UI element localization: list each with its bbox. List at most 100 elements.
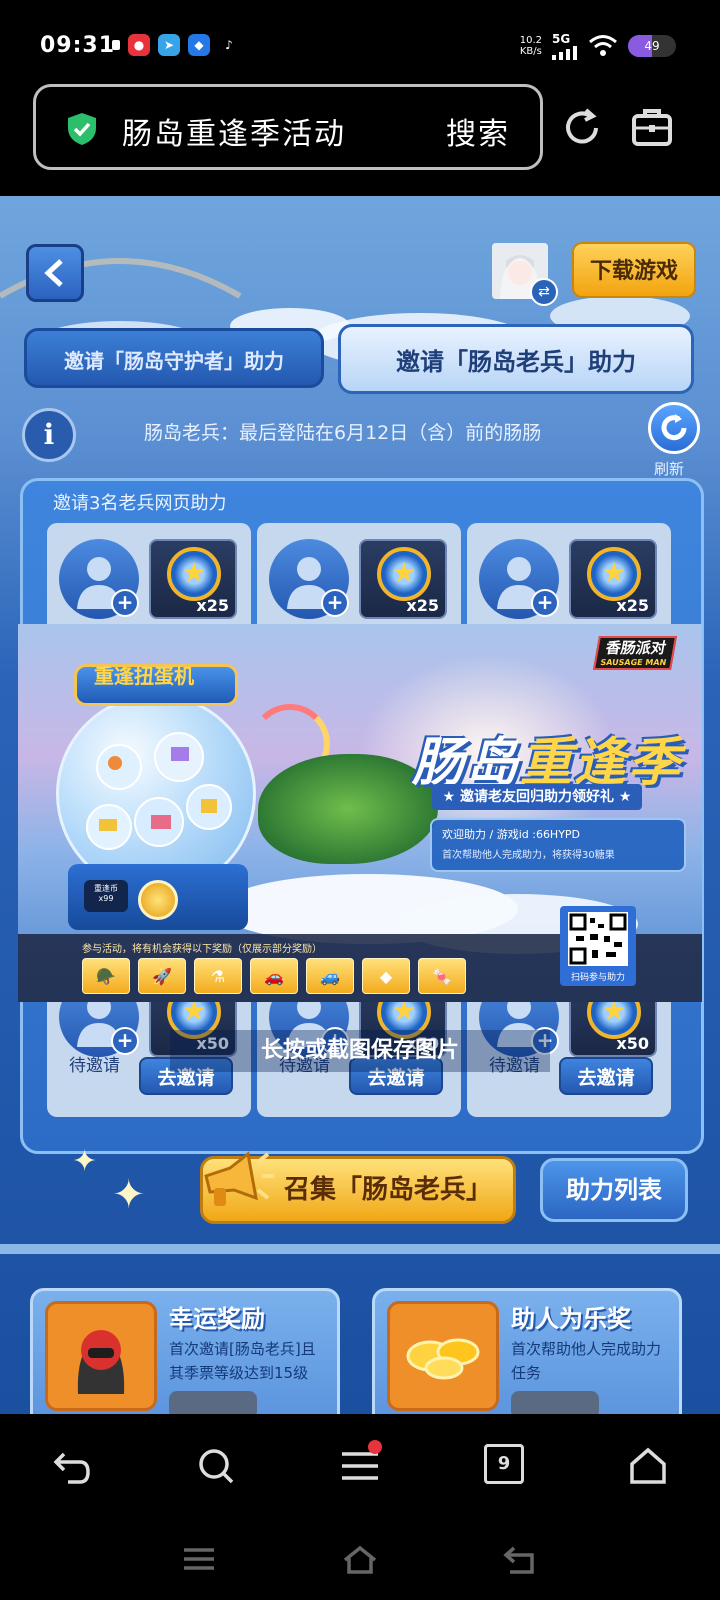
game-logo-sub: SAUSAGE MAN <box>599 658 668 667</box>
gacha-screen-label: 重逢币 <box>94 884 118 893</box>
panel-title: 邀请3名老兵网页助力 <box>53 493 227 514</box>
battery-indicator: 49 <box>628 35 676 57</box>
help-info-card: 欢迎助力 / 游戏id :66HYPD 首次帮助他人完成助力，将获得30糖果 <box>430 818 686 872</box>
help-id-line: 欢迎助力 / 游戏id :66HYPD <box>442 828 581 841</box>
reward-caption: 参与活动，将有机会获得以下奖励（仅展示部分奖励） <box>82 944 322 955</box>
plus-icon: + <box>531 589 559 617</box>
plus-icon: + <box>111 589 139 617</box>
address-bar[interactable]: 肠岛重逢季活动 搜索 <box>33 84 543 170</box>
section-divider <box>0 1244 720 1254</box>
sim-icon <box>112 40 120 50</box>
help-reward-line: 首次帮助他人完成助力，将获得30糖果 <box>442 850 615 861</box>
notification-icons: ● ➤ ◆ ♪ <box>112 34 240 56</box>
network-type: 5G <box>552 32 571 46</box>
net-speed-value: 10.2 <box>519 35 542 46</box>
telegram-app-icon: ➤ <box>158 34 180 56</box>
activity-page: ⇄ 下载游戏 邀请「肠岛守护者」助力 邀请「肠岛老兵」助力 i 肠岛老兵：最后登… <box>0 196 720 1414</box>
net-speed: 10.2 KB/s <box>520 35 542 57</box>
net-speed-unit: KB/s <box>519 46 542 57</box>
search-icon[interactable] <box>194 1444 238 1488</box>
gacha-coin-slot-icon <box>138 880 178 920</box>
chevron-left-icon <box>44 259 63 287</box>
browser-toolbar: 肠岛重逢季活动 搜索 <box>0 84 720 196</box>
reward-coin-card: ★ x25 <box>149 539 237 619</box>
refresh-icon <box>661 414 687 441</box>
reload-icon[interactable] <box>560 106 604 150</box>
reward-card-helper: 助人为乐奖 首次帮助他人完成助力任务 <box>372 1288 682 1414</box>
reward-candy-icon: 🍬 <box>418 958 466 994</box>
menu-button[interactable] <box>338 1440 386 1488</box>
island-graphic <box>258 754 438 864</box>
invite-slot[interactable]: + ★ x25 <box>467 523 671 627</box>
reward-quantity: x25 <box>616 596 649 615</box>
back-arrow-icon[interactable] <box>50 1444 94 1488</box>
refresh-label: 刷新 <box>654 460 685 478</box>
status-bar: 09:31 ● ➤ ◆ ♪ 10.2 KB/s 5G 49 <box>0 0 720 84</box>
download-game-button[interactable]: 下载游戏 <box>572 242 696 298</box>
recent-apps-icon[interactable] <box>180 1540 218 1578</box>
gacha-screen-qty: x99 <box>98 894 114 903</box>
notification-dot <box>368 1440 382 1454</box>
back-icon[interactable] <box>500 1540 538 1578</box>
invite-slot[interactable]: + ★ x25 <box>47 523 251 627</box>
qr-code: 扫码参与助力 <box>560 906 636 986</box>
qr-label: 扫码参与助力 <box>570 973 625 983</box>
qr-code-image <box>568 912 628 966</box>
reward-quantity: x50 <box>616 1034 649 1053</box>
reward-quantity: x25 <box>196 596 229 615</box>
reward-potion-icon: ⚗ <box>194 958 242 994</box>
reward-description: 首次帮助他人完成助力任务 <box>511 1340 662 1382</box>
tabs-button[interactable]: 9 <box>484 1444 524 1484</box>
sparkle-icon: ✦ <box>112 1172 146 1218</box>
save-image-hint: 长按或截图保存图片 <box>170 1030 550 1072</box>
star-coin-icon: ★ <box>587 547 641 601</box>
reward-quantity: x25 <box>406 596 439 615</box>
tab-invite-veteran[interactable]: 邀请「肠岛老兵」助力 <box>338 324 694 394</box>
reward-status-badge[interactable] <box>511 1391 599 1414</box>
toolbox-icon[interactable] <box>630 106 674 150</box>
reward-status-badge[interactable] <box>169 1391 257 1414</box>
browser-bottom-nav: 9 <box>0 1414 720 1518</box>
helmet-reward-icon <box>45 1301 157 1411</box>
tab-invite-guardian[interactable]: 邀请「肠岛守护者」助力 <box>24 328 324 388</box>
reward-car-icon: 🚙 <box>306 958 354 994</box>
go-invite-button[interactable]: 去邀请 <box>559 1057 653 1095</box>
home-icon[interactable] <box>626 1444 670 1488</box>
plus-icon: + <box>321 589 349 617</box>
clock: 09:31 <box>40 33 116 58</box>
veteran-definition: 肠岛老兵：最后登陆在6月12日（含）前的肠肠 <box>144 422 542 444</box>
reward-coin-card: ★ x25 <box>569 539 657 619</box>
reward-card-lucky: 幸运奖励 首次邀请[肠岛老兵]且其季票等级达到15级 <box>30 1288 340 1414</box>
back-button[interactable] <box>26 244 84 302</box>
reward-title: 幸运奖励 <box>169 1305 265 1333</box>
reward-car-icon: 🚗 <box>250 958 298 994</box>
wifi-icon <box>589 35 617 56</box>
switch-account-icon[interactable]: ⇄ <box>530 278 558 306</box>
star-coin-icon: ★ <box>377 547 431 601</box>
reward-gem-icon: ◆ <box>362 958 410 994</box>
poster-subtitle: ★ 邀请老友回归助力领好礼 ★ <box>432 784 642 810</box>
reward-title: 助人为乐奖 <box>511 1305 631 1333</box>
candy-reward-icon <box>387 1301 499 1411</box>
assist-list-button[interactable]: 助力列表 <box>540 1158 688 1222</box>
info-icon[interactable]: i <box>22 408 76 462</box>
battery-level: 49 <box>644 39 660 53</box>
gacha-title: 重逢扭蛋机 <box>94 664 194 688</box>
gacha-coin-display: 重逢币 x99 <box>84 880 128 912</box>
refresh-button[interactable] <box>648 402 700 454</box>
star-coin-icon: ★ <box>167 547 221 601</box>
chat-app-icon: ◆ <box>188 34 210 56</box>
game-logo: 香肠派对 SAUSAGE MAN <box>593 636 677 670</box>
reward-helmet-icon: 🪖 <box>82 958 130 994</box>
reward-description: 首次邀请[肠岛老兵]且其季票等级达到15级 <box>169 1340 316 1382</box>
shield-check-icon <box>68 113 96 145</box>
reward-rocket-icon: 🚀 <box>138 958 186 994</box>
pending-status: 待邀请 <box>69 1056 120 1076</box>
system-nav-bar <box>0 1518 720 1600</box>
home-icon[interactable] <box>341 1540 379 1578</box>
weibo-app-icon: ● <box>128 34 150 56</box>
search-button[interactable]: 搜索 <box>446 109 510 153</box>
share-poster-image[interactable]: 重逢扭蛋机 重逢币 x99 香肠派对 SAUSAGE MAN 肠岛重逢季 ★ 邀… <box>18 624 702 1002</box>
address-title: 肠岛重逢季活动 <box>122 117 346 152</box>
invite-slot[interactable]: + ★ x25 <box>257 523 461 627</box>
